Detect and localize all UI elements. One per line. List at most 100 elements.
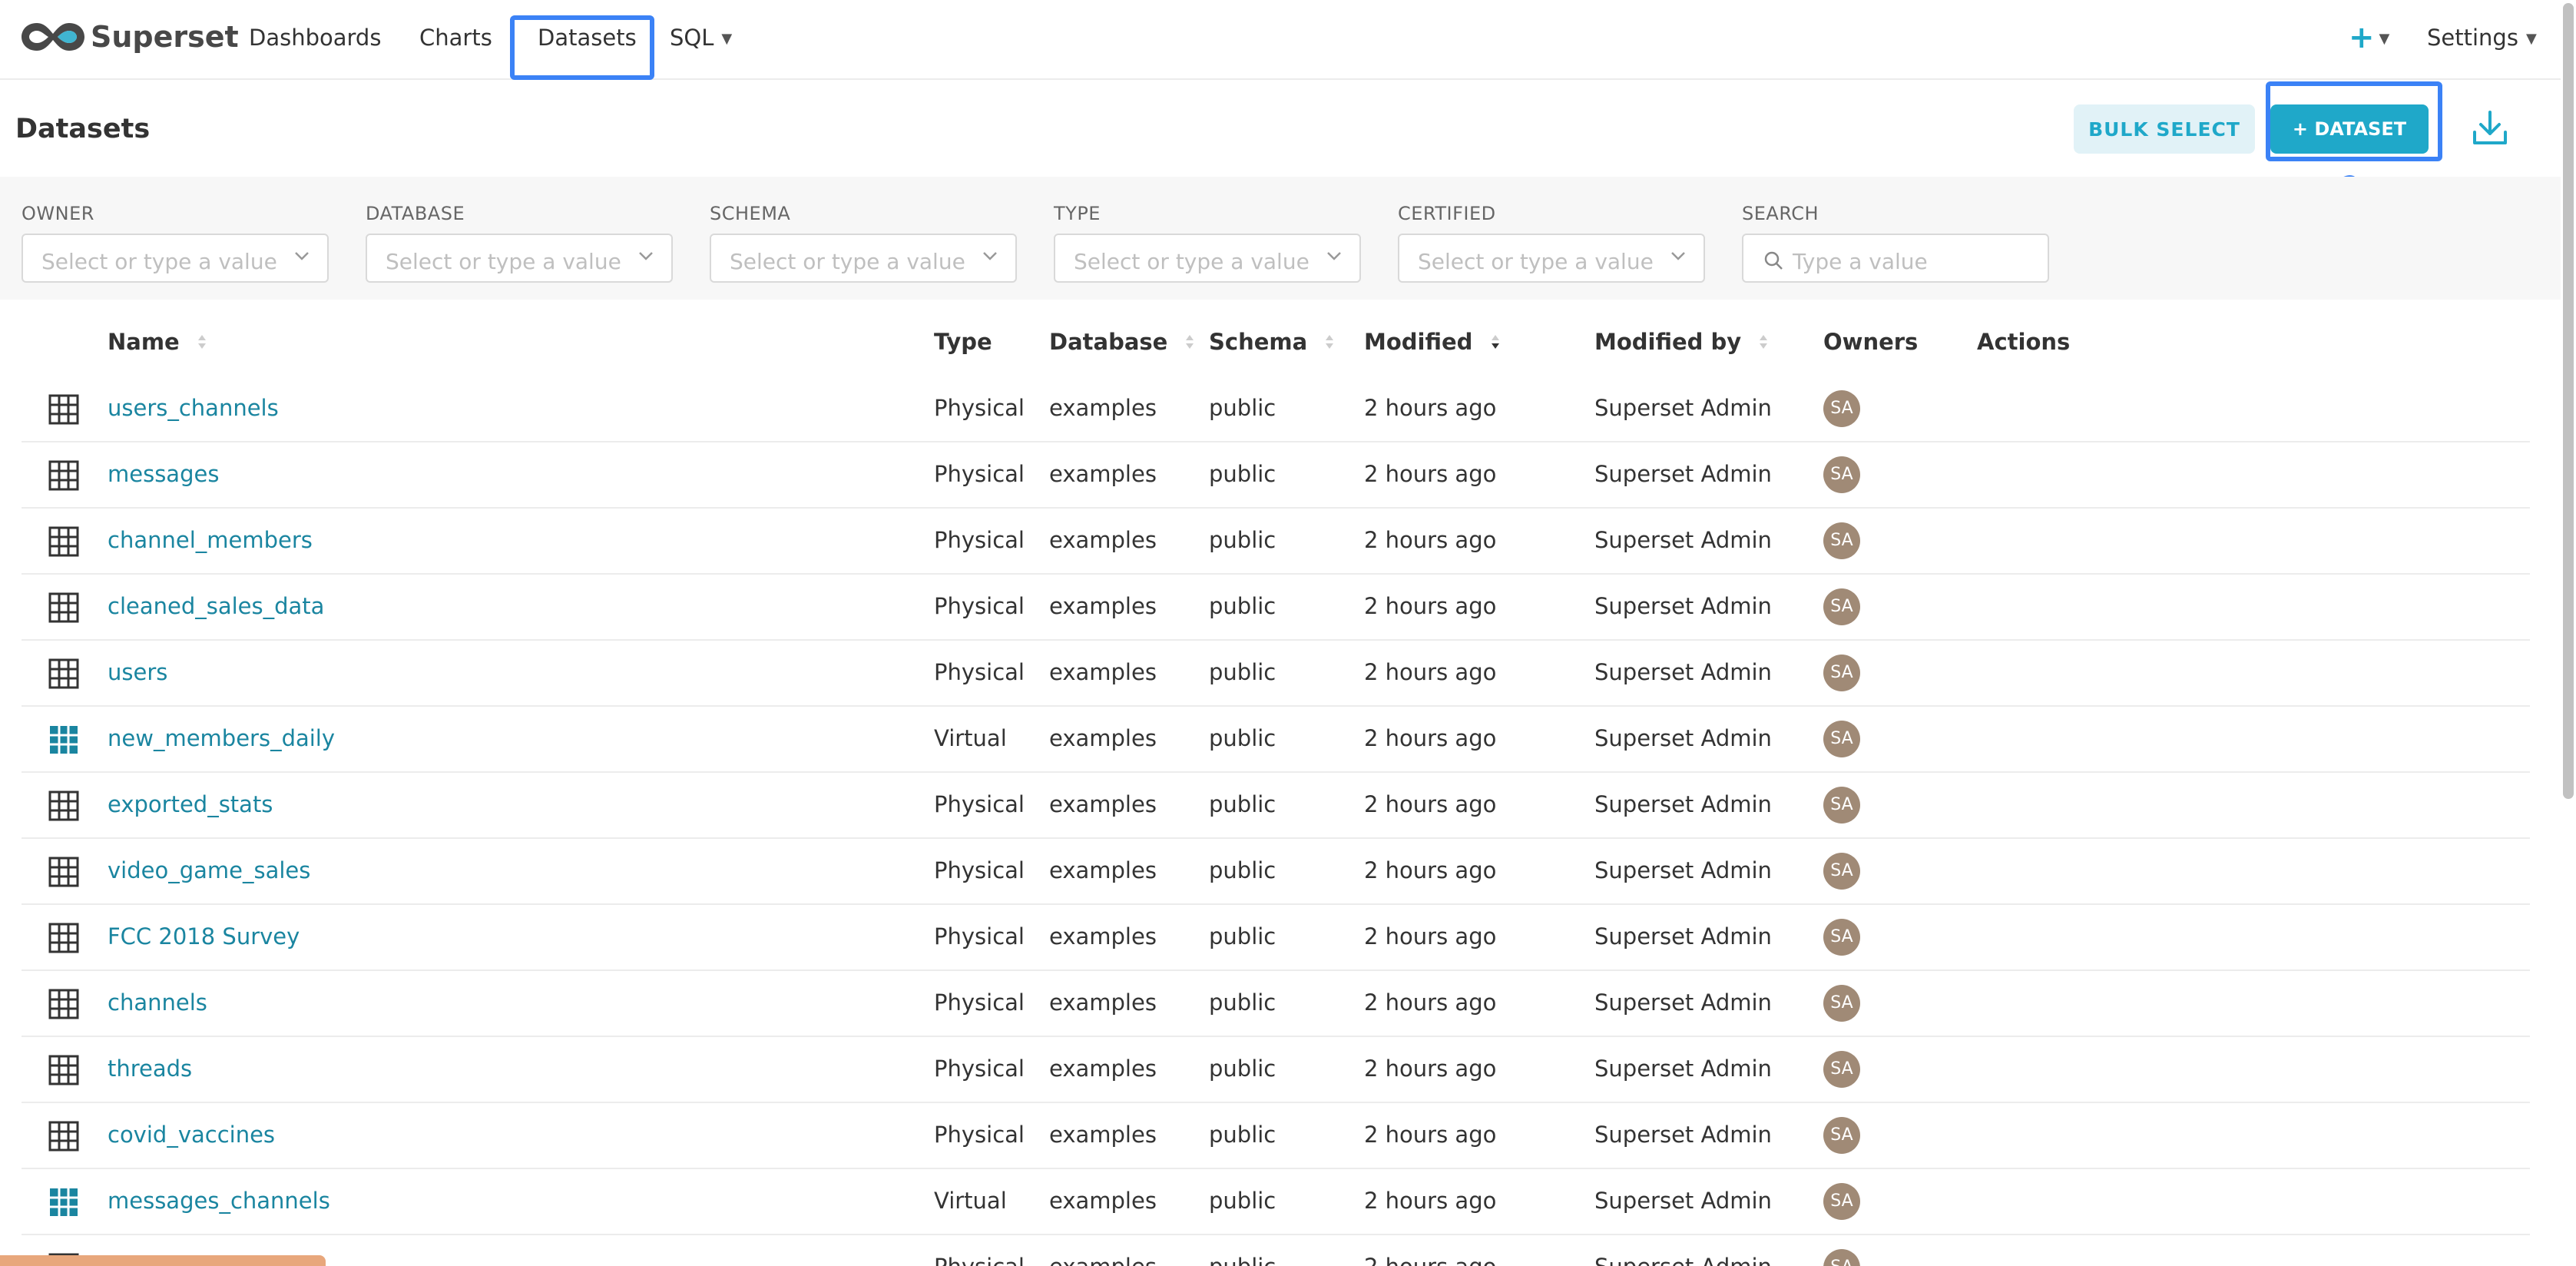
nav-dashboards[interactable]: Dashboards: [249, 25, 381, 51]
table-row[interactable]: video_game_sales Physical examples public 2 …: [22, 839, 2530, 905]
owner-avatar[interactable]: SA: [1823, 919, 1860, 956]
download-icon[interactable]: [2472, 109, 2508, 147]
column-header-database[interactable]: Database: [1049, 329, 1195, 355]
owner-avatar[interactable]: SA: [1823, 1117, 1860, 1154]
table-row[interactable]: messages_channels Virtual examples public 2 …: [22, 1169, 2530, 1235]
dataset-name-link[interactable]: messages: [108, 461, 219, 487]
scrollbar-thumb[interactable]: [2563, 3, 2574, 799]
table-row[interactable]: threads Physical examples public 2 hours ago…: [22, 1037, 2530, 1103]
dataset-database: examples: [1049, 461, 1157, 487]
column-label: Modified: [1364, 329, 1473, 355]
dataset-name-link[interactable]: cleaned_sales_data: [108, 593, 324, 619]
dataset-modified-by: Superset Admin: [1594, 461, 1772, 487]
chevron-down-icon: [295, 252, 309, 260]
column-header-modified-by[interactable]: Modified by: [1594, 329, 1769, 355]
owner-avatar[interactable]: SA: [1823, 1249, 1860, 1266]
dataset-database: examples: [1049, 1056, 1157, 1082]
table-row[interactable]: channels Physical examples public 2 hours ag…: [22, 971, 2530, 1037]
nav-charts[interactable]: Charts: [419, 25, 492, 51]
dataset-name-link[interactable]: messages_channels: [108, 1188, 330, 1214]
column-header-type: Type: [934, 329, 992, 355]
dataset-name-link[interactable]: users_channels: [108, 395, 279, 421]
physical-dataset-icon: [48, 1055, 79, 1085]
owner-avatar[interactable]: SA: [1823, 588, 1860, 625]
dataset-schema: public: [1209, 1254, 1276, 1266]
dataset-type: Physical: [934, 1254, 1025, 1266]
filter-label: DATABASE: [366, 203, 465, 224]
sort-icon: [197, 335, 206, 349]
type-select[interactable]: Select or type a value: [1054, 234, 1361, 283]
dataset-modified: 2 hours ago: [1364, 527, 1497, 553]
dataset-name-link[interactable]: exported_stats: [108, 791, 273, 817]
certified-select[interactable]: Select or type a value: [1398, 234, 1705, 283]
dataset-name-link[interactable]: covid_vaccines: [108, 1122, 275, 1148]
superset-logo[interactable]: Superset: [20, 17, 239, 57]
database-select[interactable]: Select or type a value: [366, 234, 673, 283]
caret-down-icon: ▼: [2525, 31, 2537, 47]
dataset-modified-by: Superset Admin: [1594, 1254, 1772, 1266]
column-header-name[interactable]: Name: [108, 329, 207, 355]
filter-search: SEARCH Type a value: [1742, 203, 2049, 283]
dataset-schema: public: [1209, 1056, 1276, 1082]
owner-avatar[interactable]: SA: [1823, 1051, 1860, 1088]
settings-menu[interactable]: Settings ▼: [2427, 25, 2537, 51]
owner-avatar[interactable]: SA: [1823, 655, 1860, 691]
table-row[interactable]: users Physical examples public 2 hours ago Su…: [22, 641, 2530, 707]
nav-sql[interactable]: SQL ▼: [670, 25, 732, 51]
dataset-modified-by: Superset Admin: [1594, 1188, 1772, 1214]
new-item-menu[interactable]: + ▼: [2349, 20, 2389, 55]
table-row[interactable]: covid_vaccines Physical examples public 2 ho…: [22, 1103, 2530, 1169]
owner-avatar[interactable]: SA: [1823, 1183, 1860, 1220]
dataset-name-link[interactable]: FCC 2018 Survey: [108, 923, 300, 950]
table-row[interactable]: new_members_daily Virtual examples public 2 …: [22, 707, 2530, 773]
table-row[interactable]: exported_stats Physical examples public 2 ho…: [22, 773, 2530, 839]
dataset-modified-by: Superset Admin: [1594, 725, 1772, 751]
dataset-name-link[interactable]: channel_members: [108, 527, 313, 553]
dataset-name-link[interactable]: new_members_daily: [108, 725, 335, 751]
table-row[interactable]: Physical examples public 2 hours ago Superse…: [22, 1235, 2530, 1266]
owner-select[interactable]: Select or type a value: [22, 234, 329, 283]
page-title: Datasets: [15, 114, 151, 144]
search-input[interactable]: Type a value: [1742, 234, 2049, 283]
dataset-modified-by: Superset Admin: [1594, 989, 1772, 1016]
dataset-schema: public: [1209, 923, 1276, 950]
owner-avatar[interactable]: SA: [1823, 390, 1860, 427]
settings-label: Settings: [2427, 25, 2518, 51]
table-row[interactable]: channel_members Physical examples public 2 h…: [22, 509, 2530, 575]
dataset-modified-by: Superset Admin: [1594, 1056, 1772, 1082]
table-row[interactable]: cleaned_sales_data Physical examples public…: [22, 575, 2530, 641]
dataset-schema: public: [1209, 725, 1276, 751]
dataset-name-link[interactable]: threads: [108, 1056, 192, 1082]
dataset-database: examples: [1049, 1122, 1157, 1148]
owner-avatar[interactable]: SA: [1823, 456, 1860, 493]
filter-schema: SCHEMA Select or type a value: [710, 203, 1017, 283]
dataset-database: examples: [1049, 857, 1157, 883]
table-row[interactable]: messages Physical examples public 2 hours ag…: [22, 442, 2530, 509]
dataset-name-link[interactable]: users: [108, 659, 167, 685]
column-header-schema[interactable]: Schema: [1209, 329, 1335, 355]
owner-avatar[interactable]: SA: [1823, 853, 1860, 890]
dataset-schema: public: [1209, 461, 1276, 487]
column-header-modified[interactable]: Modified: [1364, 329, 1501, 355]
dataset-schema: public: [1209, 659, 1276, 685]
owner-avatar[interactable]: SA: [1823, 787, 1860, 824]
owner-avatar[interactable]: SA: [1823, 985, 1860, 1022]
physical-dataset-icon: [48, 857, 79, 887]
dataset-database: examples: [1049, 659, 1157, 685]
dataset-database: examples: [1049, 725, 1157, 751]
dataset-name-link[interactable]: video_game_sales: [108, 857, 310, 883]
dataset-type: Virtual: [934, 1188, 1007, 1214]
dataset-modified-by: Superset Admin: [1594, 857, 1772, 883]
bulk-select-button[interactable]: BULK SELECT: [2074, 104, 2255, 154]
table-row[interactable]: users_channels Physical examples public 2 ho…: [22, 376, 2530, 442]
dataset-name-link[interactable]: channels: [108, 989, 207, 1016]
chevron-down-icon: [1327, 252, 1341, 260]
select-placeholder: Select or type a value: [1074, 249, 1310, 274]
table-row[interactable]: FCC 2018 Survey Physical examples public 2 h…: [22, 905, 2530, 971]
dataset-type: Physical: [934, 857, 1025, 883]
schema-select[interactable]: Select or type a value: [710, 234, 1017, 283]
dataset-database: examples: [1049, 989, 1157, 1016]
owner-avatar[interactable]: SA: [1823, 522, 1860, 559]
chevron-down-icon: [639, 252, 653, 260]
owner-avatar[interactable]: SA: [1823, 721, 1860, 757]
